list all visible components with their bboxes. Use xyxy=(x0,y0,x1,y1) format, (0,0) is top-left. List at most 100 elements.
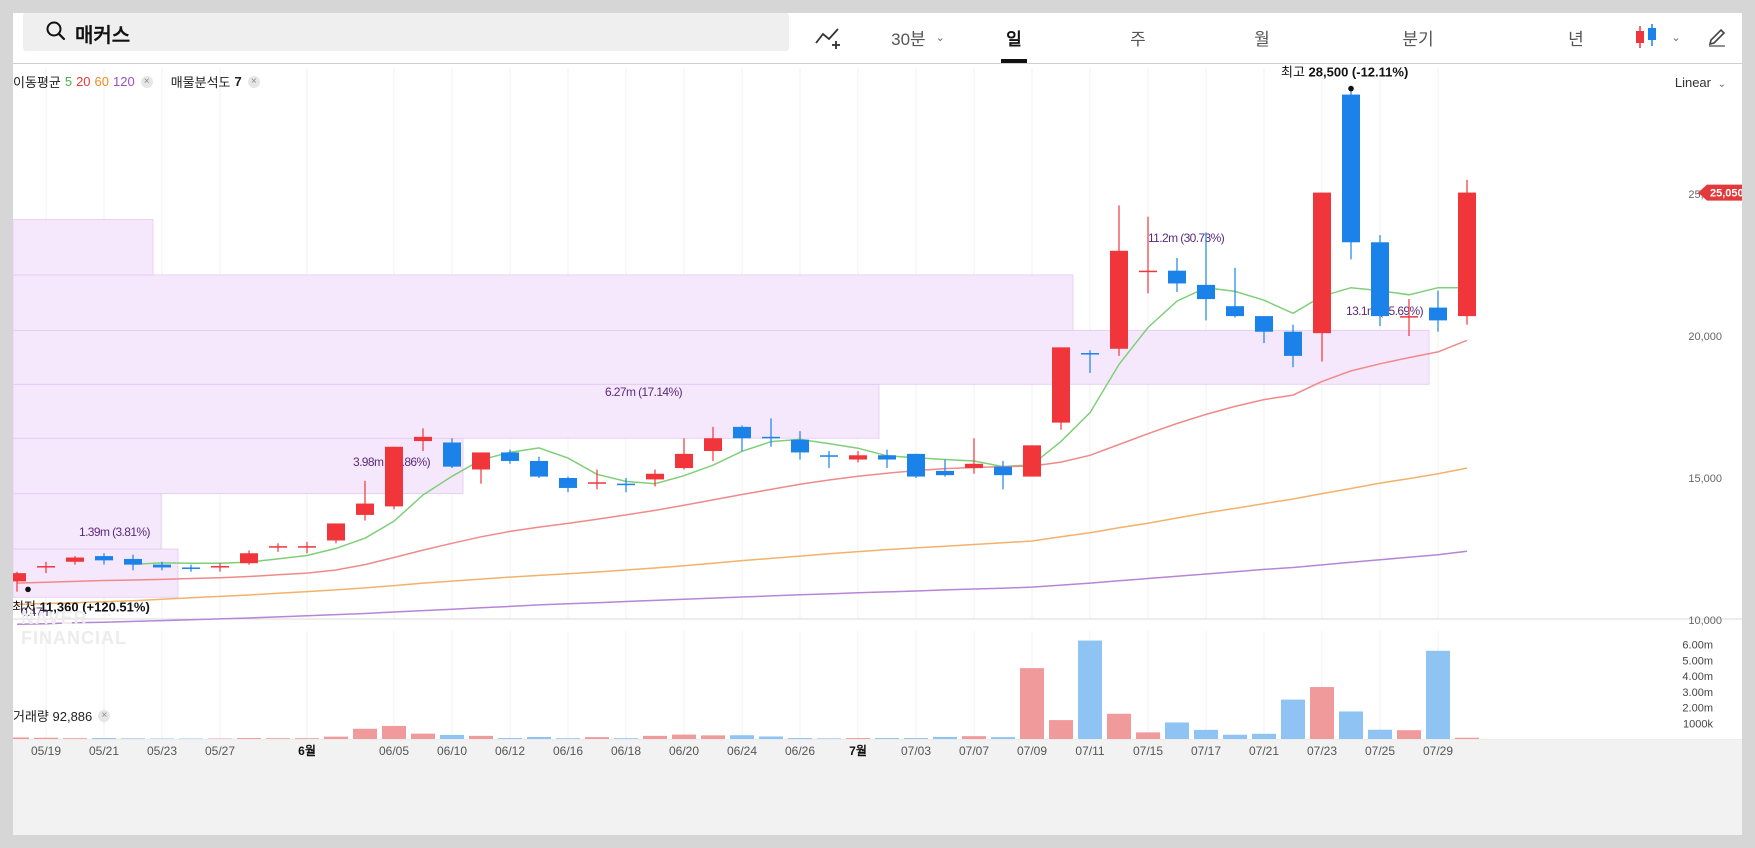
candle-body xyxy=(1313,192,1331,334)
candle[interactable] xyxy=(1371,235,1389,327)
ma-period-120: 120 xyxy=(113,74,135,89)
ma-period-20: 20 xyxy=(76,74,91,89)
moving-average-legend: 이동평균 5 20 60 120 × 매물분석도 7 × xyxy=(13,72,260,91)
volume-bar xyxy=(614,738,638,739)
x-tick-label: 07/11 xyxy=(1075,744,1104,758)
ma-period-60: 60 xyxy=(94,74,110,89)
candle[interactable] xyxy=(1139,216,1157,294)
volume-axis: 6.00m 5.00m 4.00m 3.00m 2.00m 1000k xyxy=(1682,640,1713,731)
candle-body xyxy=(269,546,287,548)
candle-body xyxy=(675,453,693,469)
volume-bar xyxy=(295,738,319,739)
close-icon[interactable]: × xyxy=(247,75,260,88)
volume-bar xyxy=(498,738,522,739)
candle[interactable] xyxy=(820,451,838,469)
scale-mode-dropdown[interactable]: Linear ⌄ xyxy=(1675,75,1726,90)
close-icon[interactable]: × xyxy=(98,709,111,722)
candle-body xyxy=(530,460,548,477)
volume-bar xyxy=(1136,732,1160,739)
volume-bar xyxy=(1368,729,1392,739)
candle-body xyxy=(907,453,925,477)
candle[interactable] xyxy=(733,425,751,452)
candle[interactable] xyxy=(1197,232,1215,321)
volume-bar xyxy=(121,738,145,739)
candle-body xyxy=(1458,192,1476,317)
candle-body xyxy=(994,466,1012,476)
volume-tick-label: 1000k xyxy=(1683,718,1713,730)
ma-period-5: 5 xyxy=(64,74,73,89)
candle-body xyxy=(1226,306,1244,317)
candle[interactable] xyxy=(298,541,316,554)
volume-profile-label: 6.27m (17.14%) xyxy=(605,385,683,399)
high-marker xyxy=(1348,85,1354,92)
candle-body xyxy=(13,573,26,582)
candle[interactable] xyxy=(646,469,664,487)
candle-body xyxy=(385,446,403,507)
x-tick-label: 07/21 xyxy=(1249,744,1279,758)
candle-body xyxy=(1255,316,1273,332)
volume-bar xyxy=(672,734,696,739)
volume-profile-bar xyxy=(13,219,154,276)
candle[interactable] xyxy=(530,456,548,478)
candle[interactable] xyxy=(1110,205,1128,356)
price-chart[interactable]: 1.39m (3.81%)0.47m3.98m (10.86%)6.27m (1… xyxy=(13,13,1742,835)
candle-body xyxy=(1284,331,1302,356)
volume-bar xyxy=(63,738,87,739)
candle-body xyxy=(762,436,780,439)
candle-body xyxy=(588,482,606,484)
x-tick-label: 05/23 xyxy=(147,744,177,758)
volume-bar xyxy=(1455,737,1479,739)
volume-bar xyxy=(875,738,899,739)
volume-bar xyxy=(846,738,870,739)
y-axis: 10,00015,00020,00025,000 xyxy=(1688,189,1722,627)
candle-body xyxy=(1023,445,1041,477)
candle[interactable] xyxy=(269,543,287,552)
candle-body xyxy=(240,553,258,564)
volume-bars xyxy=(13,640,1479,739)
candle[interactable] xyxy=(559,476,577,493)
y-tick-label: 10,000 xyxy=(1688,615,1722,627)
volume-bar xyxy=(1397,730,1421,739)
candle-body xyxy=(646,473,664,480)
candle-body xyxy=(414,436,432,442)
volume-label: 거래량 92,886 xyxy=(13,709,93,724)
volume-bar xyxy=(788,738,812,739)
candle[interactable] xyxy=(849,451,867,463)
candle[interactable] xyxy=(1168,257,1186,292)
close-icon[interactable]: × xyxy=(140,75,153,88)
low-marker xyxy=(25,586,31,593)
volume-profile-bar xyxy=(13,329,1430,385)
candle[interactable] xyxy=(443,438,461,469)
candle[interactable] xyxy=(472,452,490,484)
volume-bar xyxy=(759,736,783,739)
high-annotation: 최고 28,500 (-12.11%) xyxy=(1281,65,1408,80)
watermark-text: FINANCIAL xyxy=(21,628,127,648)
candle[interactable] xyxy=(1052,347,1070,430)
candle[interactable] xyxy=(1023,445,1041,477)
candle-body xyxy=(1052,347,1070,423)
stock-chart-app: 매커스 30분 ⌄ 일 주 월 분기 년 ⌄ 1.39m (3.81%) 0.4… xyxy=(13,13,1742,835)
candle[interactable] xyxy=(907,453,925,478)
volume-bar xyxy=(1107,713,1131,739)
candle[interactable] xyxy=(327,523,345,544)
candle[interactable] xyxy=(385,446,403,510)
x-tick-label: 06/26 xyxy=(785,744,815,758)
candle-body xyxy=(1110,250,1128,349)
candle-body xyxy=(472,452,490,470)
candle[interactable] xyxy=(1342,86,1360,260)
x-tick-label: 06/16 xyxy=(553,744,583,758)
candle[interactable] xyxy=(588,469,606,490)
candle[interactable] xyxy=(240,550,258,565)
candle[interactable] xyxy=(878,449,896,469)
volume-bar xyxy=(904,738,928,739)
volume-bar xyxy=(237,738,261,739)
candle-body xyxy=(965,463,983,469)
candle[interactable] xyxy=(211,563,229,572)
candle[interactable] xyxy=(675,438,693,470)
volume-bar xyxy=(382,725,406,739)
candle-body xyxy=(211,566,229,568)
candle[interactable] xyxy=(1458,179,1476,325)
candle[interactable] xyxy=(182,564,200,572)
candle[interactable] xyxy=(1429,290,1447,332)
candle-body xyxy=(704,438,722,452)
